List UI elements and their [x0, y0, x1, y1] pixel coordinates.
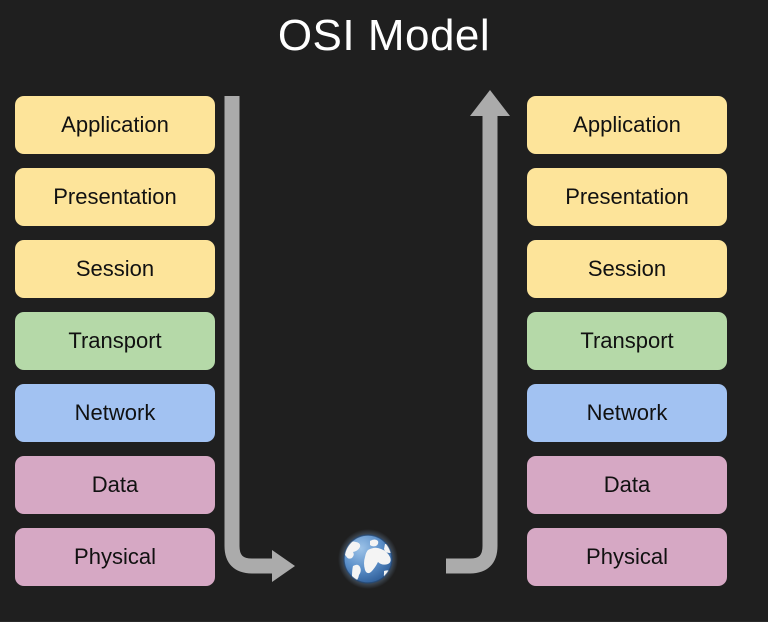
layer-box-data-right[interactable]: Data: [527, 456, 727, 514]
layer-box-presentation-right[interactable]: Presentation: [527, 168, 727, 226]
layer-box-physical-left[interactable]: Physical: [15, 528, 215, 586]
layer-label: Network: [74, 400, 156, 425]
page-title: OSI Model: [277, 11, 491, 60]
layer-label: Application: [573, 112, 681, 137]
right-host-stack: Application Presentation Session Transpo…: [527, 96, 727, 586]
layer-label: Presentation: [53, 184, 177, 209]
layer-box-network-left[interactable]: Network: [15, 384, 215, 442]
layer-box-data-left[interactable]: Data: [15, 456, 215, 514]
layer-box-physical-right[interactable]: Physical: [527, 528, 727, 586]
layer-box-presentation-left[interactable]: Presentation: [15, 168, 215, 226]
layer-box-session-left[interactable]: Session: [15, 240, 215, 298]
layer-box-application-right[interactable]: Application: [527, 96, 727, 154]
layer-label: Application: [61, 112, 169, 137]
encapsulation-arrow-down-icon: [224, 96, 295, 582]
layer-label: Network: [586, 400, 668, 425]
layer-label: Physical: [586, 544, 668, 569]
layer-box-transport-right[interactable]: Transport: [527, 312, 727, 370]
layer-label: Session: [587, 256, 667, 281]
layer-box-application-left[interactable]: Application: [15, 96, 215, 154]
decapsulation-arrow-up-icon: [446, 90, 510, 574]
layer-box-session-right[interactable]: Session: [527, 240, 727, 298]
layer-label: Presentation: [565, 184, 689, 209]
layer-box-network-right[interactable]: Network: [527, 384, 727, 442]
layer-label: Transport: [68, 328, 162, 353]
layer-label: Transport: [580, 328, 674, 353]
layer-label: Physical: [74, 544, 156, 569]
osi-model-diagram: OSI Model Application Presentation Sessi…: [0, 0, 768, 622]
layer-box-transport-left[interactable]: Transport: [15, 312, 215, 370]
layer-label: Data: [91, 472, 139, 497]
left-host-stack: Application Presentation Session Transpo…: [15, 96, 215, 586]
globe-icon[interactable]: [337, 528, 399, 590]
layer-label: Session: [75, 256, 155, 281]
layer-label: Data: [603, 472, 651, 497]
